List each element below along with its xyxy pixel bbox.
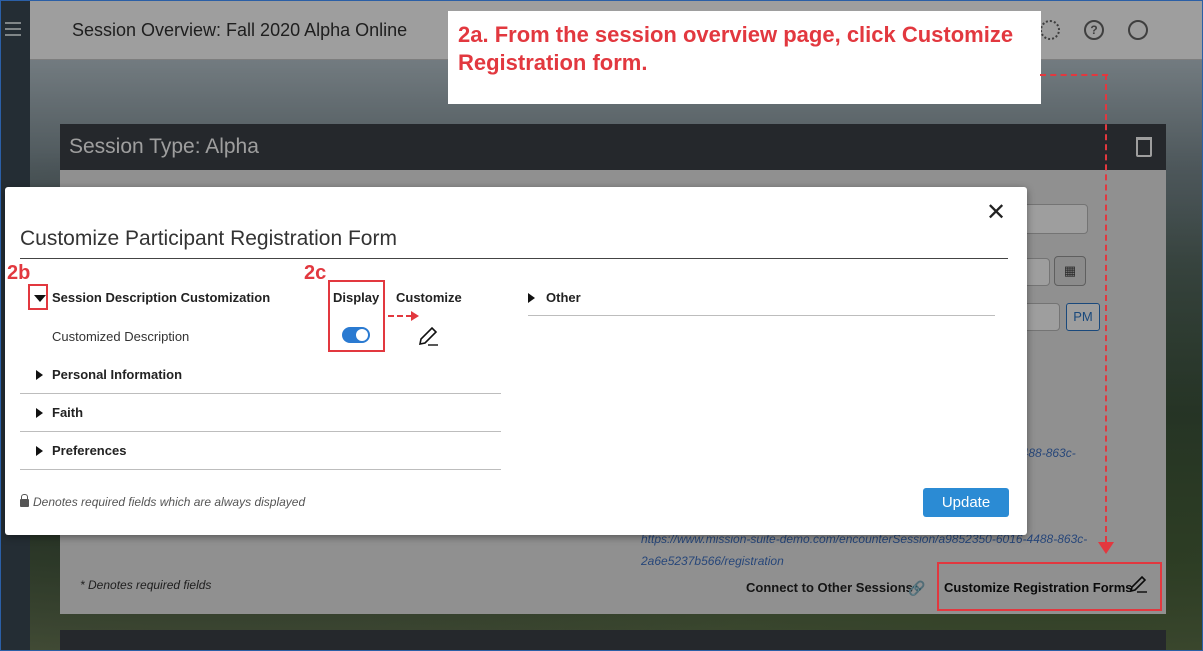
step-2c-arrowhead: [411, 311, 419, 321]
caret-right-icon[interactable]: [36, 446, 43, 456]
step-2c-arrow-line: [388, 315, 412, 317]
modal-title: Customize Participant Registration Form: [20, 227, 397, 250]
step-2b-label: 2b: [7, 262, 31, 284]
step-2a-text: 2a. From the session overview page, clic…: [458, 22, 1014, 75]
section-label: Preferences: [52, 443, 127, 458]
step-2a-callout: 2a. From the session overview page, clic…: [448, 11, 1041, 104]
divider: [20, 431, 501, 432]
customized-description-label: Customized Description: [52, 329, 190, 344]
divider: [528, 315, 995, 316]
lock-icon: [20, 494, 29, 507]
customize-column-header: Customize: [396, 290, 462, 305]
divider: [20, 393, 501, 394]
caret-right-icon[interactable]: [36, 370, 43, 380]
section-label: Personal Information: [52, 367, 183, 382]
section-label: Session Description Customization: [52, 290, 271, 305]
step-2c-highlight: [328, 280, 385, 352]
title-divider: [20, 258, 1008, 259]
divider: [20, 469, 501, 470]
caret-right-icon[interactable]: [528, 293, 535, 303]
step-2c-label: 2c: [304, 262, 327, 284]
edit-pencil-icon[interactable]: [417, 325, 439, 347]
step-2a-arrow-line-h: [1040, 74, 1108, 76]
update-button[interactable]: Update: [923, 488, 1009, 517]
step-2a-arrow-line-v: [1105, 74, 1107, 542]
step-2b-highlight: [28, 284, 48, 310]
section-label: Faith: [52, 405, 84, 420]
required-note: Denotes required fields which are always…: [20, 494, 306, 509]
caret-right-icon[interactable]: [36, 408, 43, 418]
section-label: Other: [546, 290, 581, 305]
close-icon[interactable]: ✕: [985, 201, 1007, 225]
required-note-text: Denotes required fields which are always…: [33, 495, 306, 509]
customize-registration-modal: ✕ Customize Participant Registration For…: [5, 187, 1027, 535]
customize-forms-highlight: [937, 562, 1162, 611]
step-2a-arrowhead: [1098, 542, 1114, 554]
